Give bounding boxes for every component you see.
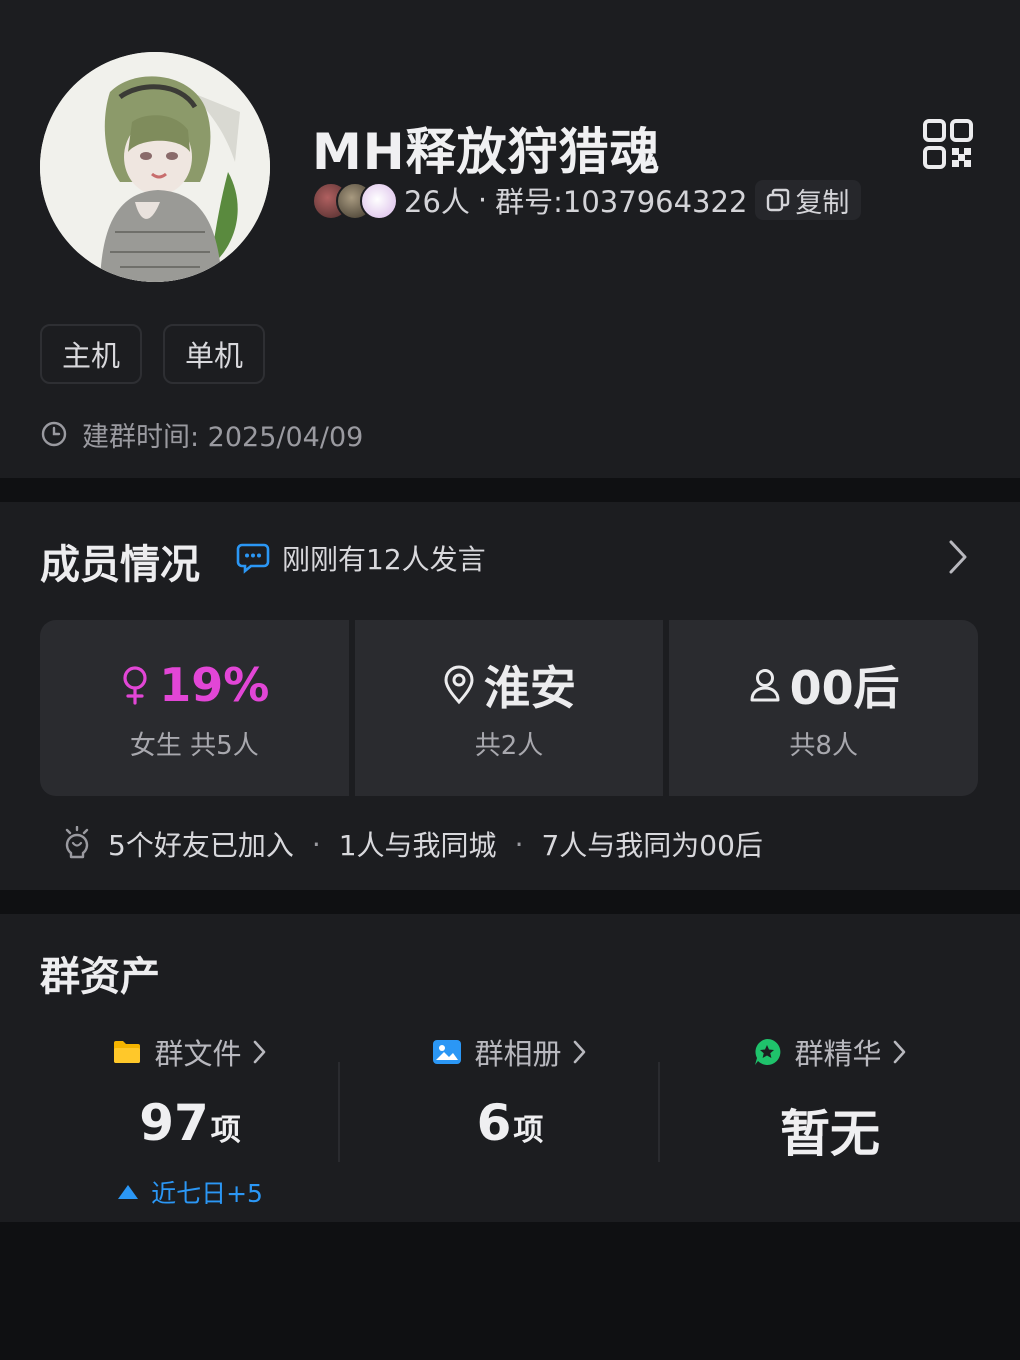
same-age: 7人与我同为00后 [541,829,763,862]
members-title: 成员情况 [40,542,200,588]
asset-album-value: 6 [476,1094,512,1152]
created-label: 建群时间: 2025/04/09 [82,421,364,453]
qr-code-icon[interactable] [922,118,974,170]
group-meta-row: 26人 · 群号:1037964322 复制 [312,178,862,222]
stat-age[interactable]: 00后 共8人 [669,620,979,796]
tag-single[interactable]: 单机 [163,324,266,384]
copy-label: 复制 [795,187,850,219]
member-avatars[interactable] [312,180,398,220]
stat-age-value: 00后 [789,660,900,715]
chevron-right-icon [573,1040,585,1064]
stat-gender[interactable]: 19% 女生 共5人 [40,620,349,796]
copy-icon [767,188,790,212]
lightbulb-icon [65,826,89,859]
stat-age-sub: 共8人 [789,730,858,761]
folder-icon [114,1041,141,1063]
asset-album-unit: 项 [513,1113,544,1148]
stat-gender-value: 19% [159,657,270,712]
asset-files[interactable]: 群文件 97 项 近七日+5 [30,1030,350,1210]
same-city: 1人与我同城 [338,829,497,862]
stat-location-value: 淮安 [484,660,576,715]
created-time: 建群时间: 2025/04/09 [40,414,363,454]
up-triangle-icon [118,1185,139,1199]
chevron-right-icon [893,1040,905,1064]
member-avatar [360,182,398,220]
active-note-text: 刚刚有12人发言 [282,543,486,576]
asset-files-label: 群文件 [154,1037,242,1071]
divider [658,1062,660,1162]
divider [338,1062,340,1162]
chevron-right-icon[interactable] [944,538,972,576]
friends-joined: 5个好友已加入 [108,829,294,862]
copy-button[interactable]: 复制 [755,180,862,220]
group-number: 群号:1037964322 [495,185,748,219]
location-icon [444,665,474,704]
group-header-card: MH释放狩猎魂 26人 · 群号:1037964322 复制 主机 单机 建群时… [0,0,1020,478]
group-name: MH释放狩猎魂 [312,123,661,181]
dot-separator: · [311,827,321,861]
asset-files-trend-text: 近七日+5 [151,1179,263,1208]
meta-separator: · [477,183,488,217]
stat-gender-sub: 女生 共5人 [129,730,259,761]
asset-album[interactable]: 群相册 6 项 [350,1030,670,1158]
clock-icon [41,421,67,447]
group-avatar[interactable] [40,52,270,282]
chevron-right-icon [253,1040,265,1064]
chat-bubble-icon [236,543,270,574]
asset-files-unit: 项 [210,1113,241,1148]
member-count: 26人 [404,185,470,219]
album-icon [433,1040,462,1064]
member-stats: 19% 女生 共5人 淮安 共2人 00后 共8人 [40,620,979,796]
friends-summary[interactable]: 5个好友已加入 · 1人与我同城 · 7人与我同为00后 [62,824,763,864]
asset-files-trend: 近七日+5 [117,1174,263,1210]
stat-location[interactable]: 淮安 共2人 [354,620,664,796]
assets-title: 群资产 [40,954,160,1000]
essence-icon [755,1038,781,1065]
asset-files-value: 97 [139,1094,209,1152]
stat-location-sub: 共2人 [474,730,544,761]
tag-host[interactable]: 主机 [40,324,143,384]
active-note: 刚刚有12人发言 [236,538,486,578]
female-icon [123,665,147,705]
asset-album-label: 群相册 [474,1037,562,1071]
dot-separator: · [514,827,524,861]
asset-essence-label: 群精华 [794,1037,882,1071]
asset-essence[interactable]: 群精华 暂无 [670,1030,990,1163]
person-icon [750,668,780,701]
asset-essence-value: 暂无 [780,1105,880,1163]
